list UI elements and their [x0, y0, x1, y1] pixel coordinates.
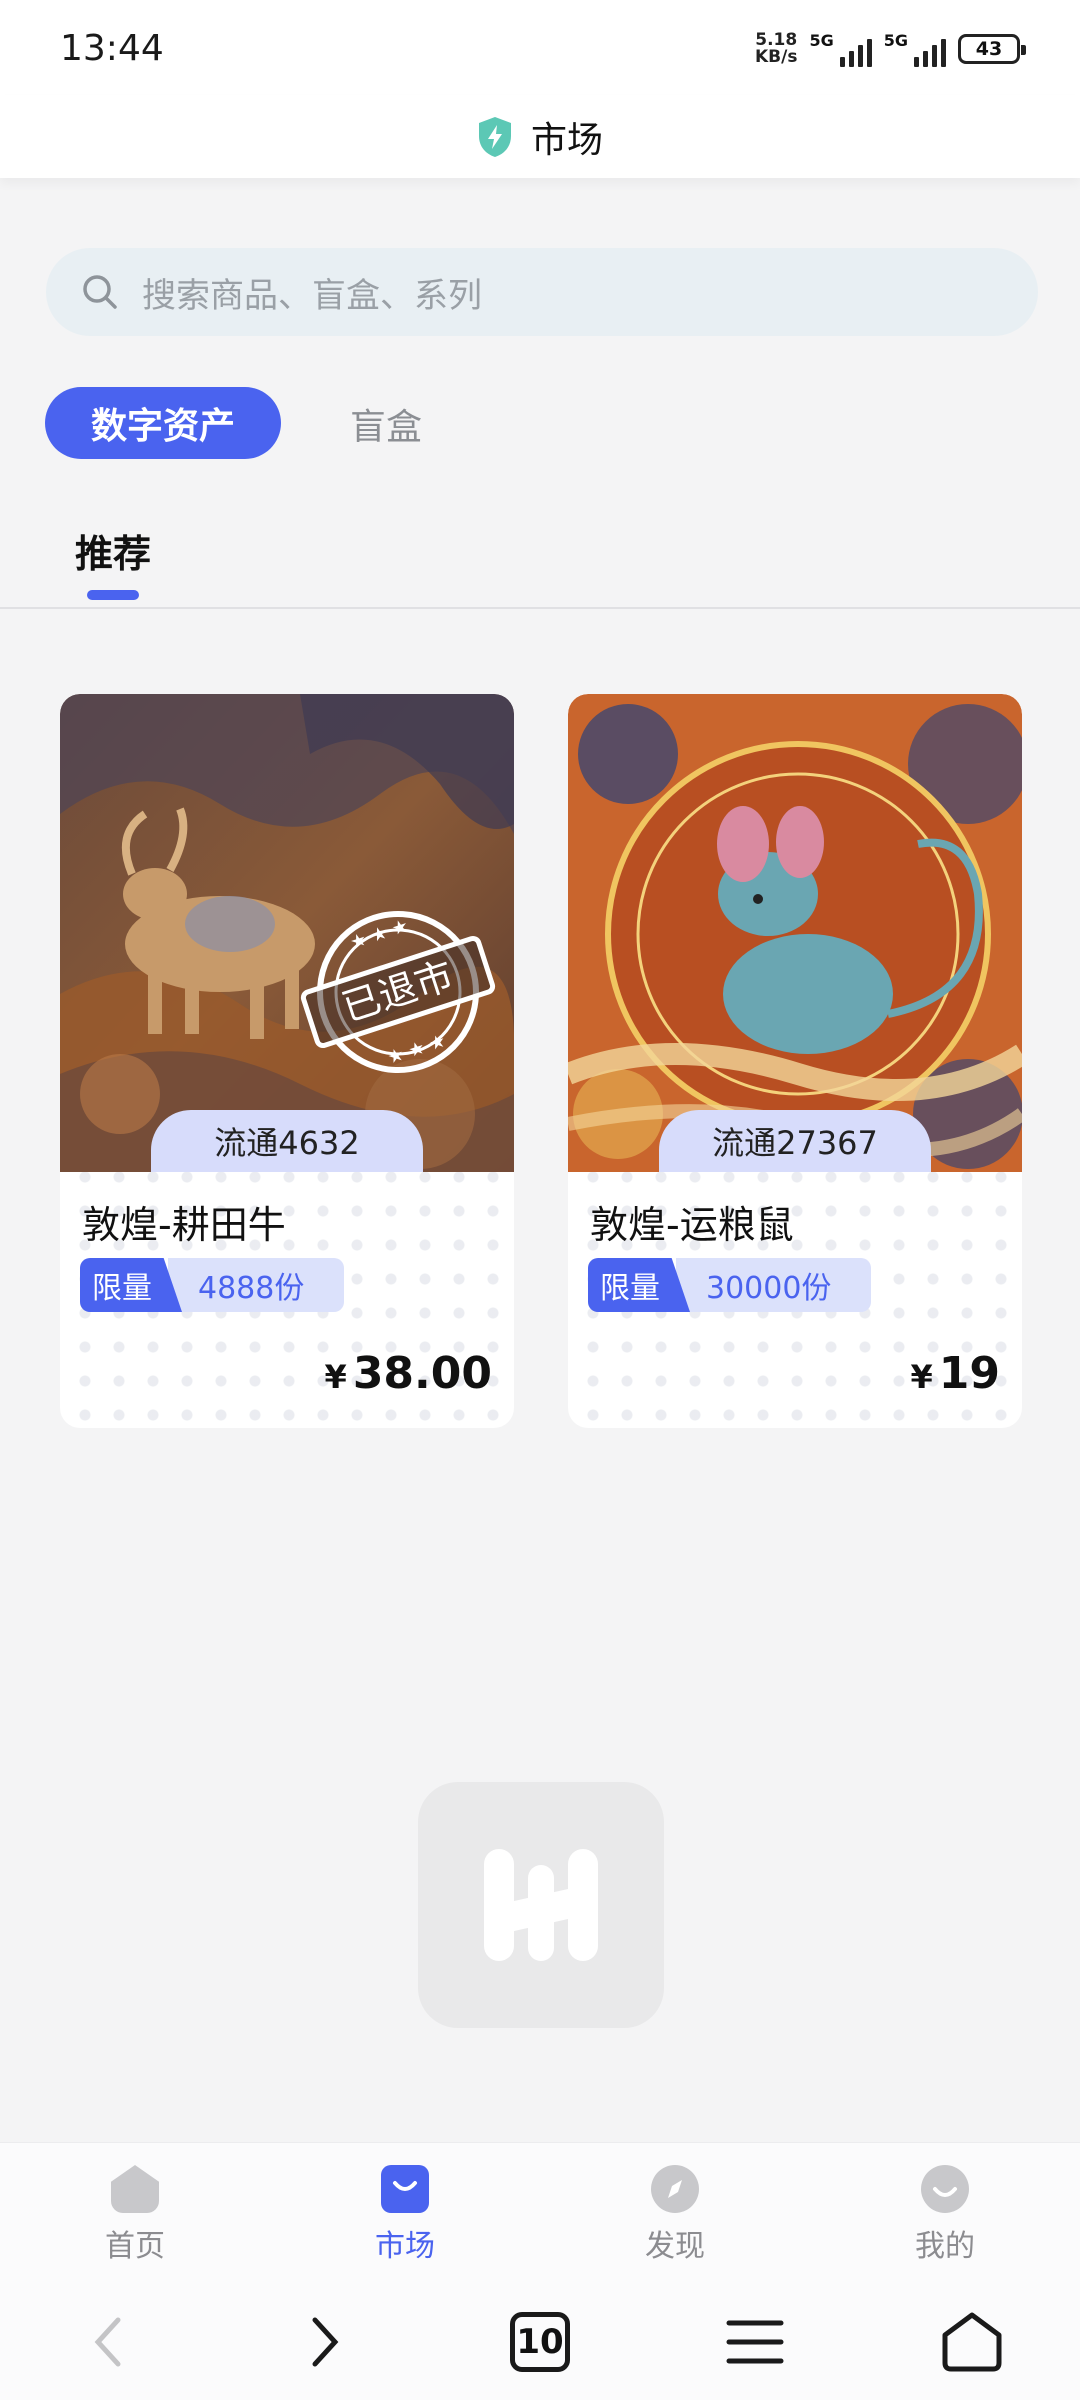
nav-market-label: 市场	[375, 2229, 435, 2264]
limit-label: 限量	[80, 1258, 182, 1312]
limit-value: 30000份	[676, 1258, 872, 1312]
app-watermark-logo	[418, 1782, 664, 2028]
limit-value: 4888份	[168, 1258, 345, 1312]
nav-profile-label: 我的	[915, 2229, 975, 2264]
chevron-left-icon	[94, 2317, 121, 2367]
home-icon	[111, 2165, 159, 2213]
logo-icon	[484, 1849, 598, 1961]
category-tab-blind-box[interactable]: 盲盒	[350, 398, 422, 450]
delisted-stamp: 已退市 ★ ★ ★ ★ ★ ★	[300, 911, 496, 1073]
nav-home[interactable]: 首页	[35, 2143, 235, 2279]
compass-icon	[651, 2165, 699, 2213]
status-indicators: 5.18 KB/s 5G 5G 43	[755, 28, 1026, 70]
currency-symbol: ¥	[910, 1358, 933, 1396]
menu-button[interactable]	[715, 2302, 795, 2382]
app-header: 市场	[0, 95, 1080, 178]
chevron-right-icon	[312, 2317, 339, 2367]
product-price: ¥ 38.00	[325, 1348, 492, 1399]
tab-recommended[interactable]: 推荐	[75, 523, 151, 578]
category-tab-digital-assets[interactable]: 数字资产	[45, 387, 281, 459]
divider	[0, 607, 1080, 609]
tabs-button[interactable]: 10	[500, 2302, 580, 2382]
nav-profile[interactable]: 我的	[845, 2143, 1045, 2279]
menu-icon	[726, 2320, 784, 2364]
status-bar: 13:44 5.18 KB/s 5G 5G 43	[0, 0, 1080, 95]
card-body: 流通27367 敦煌-运粮鼠 限量 30000份 ¥ 19	[568, 694, 1022, 1428]
status-time: 13:44	[60, 28, 164, 69]
limit-tag: 限量 30000份	[588, 1258, 872, 1312]
search-icon	[83, 275, 117, 309]
circulation-badge: 流通27367	[659, 1110, 931, 1172]
nav-discover[interactable]: 发现	[575, 2143, 775, 2279]
search-input[interactable]: 搜索商品、盲盒、系列	[46, 248, 1038, 336]
svg-text:★ ★ ★: ★ ★ ★	[348, 915, 411, 953]
currency-symbol: ¥	[324, 1358, 347, 1396]
signal-icon: 5G	[809, 31, 872, 67]
signal-icon-2: 5G	[884, 31, 946, 67]
tab-indicator	[87, 590, 139, 600]
shield-logo-icon	[478, 116, 511, 157]
product-name: 敦煌-运粮鼠	[590, 1203, 794, 1247]
circulation-badge: 流通4632	[151, 1110, 423, 1172]
bottom-navigation: 首页 市场 发现 我的	[0, 2142, 1080, 2278]
price-value: 19	[938, 1348, 1000, 1399]
svg-text:★ ★ ★: ★ ★ ★	[385, 1030, 448, 1068]
page-title: 市场	[530, 119, 603, 161]
nav-home-label: 首页	[105, 2229, 165, 2264]
product-name: 敦煌-耕田牛	[82, 1203, 286, 1247]
search-placeholder: 搜索商品、盲盒、系列	[142, 275, 482, 316]
nav-discover-label: 发现	[645, 2229, 705, 2264]
product-image-rat	[568, 694, 1022, 1172]
limit-label: 限量	[588, 1258, 690, 1312]
nav-market[interactable]: 市场	[305, 2143, 505, 2279]
back-button[interactable]	[68, 2302, 148, 2382]
system-navigation-bar: 10	[0, 2278, 1080, 2400]
home-outline-icon	[942, 2312, 1002, 2372]
home-button[interactable]	[932, 2302, 1012, 2382]
profile-icon	[921, 2165, 969, 2213]
forward-button[interactable]	[285, 2302, 365, 2382]
battery-icon: 43	[958, 34, 1026, 64]
tabs-count-icon: 10	[510, 2312, 570, 2372]
card-body: 已退市 ★ ★ ★ ★ ★ ★ 流通4632 敦煌-耕田牛 限量 4888份 ¥…	[60, 694, 514, 1428]
network-speed: 5.18 KB/s	[755, 30, 798, 67]
product-price: ¥ 19	[911, 1348, 1001, 1399]
market-bag-icon	[381, 2165, 429, 2213]
limit-tag: 限量 4888份	[80, 1258, 345, 1312]
price-value: 38.00	[352, 1348, 492, 1399]
